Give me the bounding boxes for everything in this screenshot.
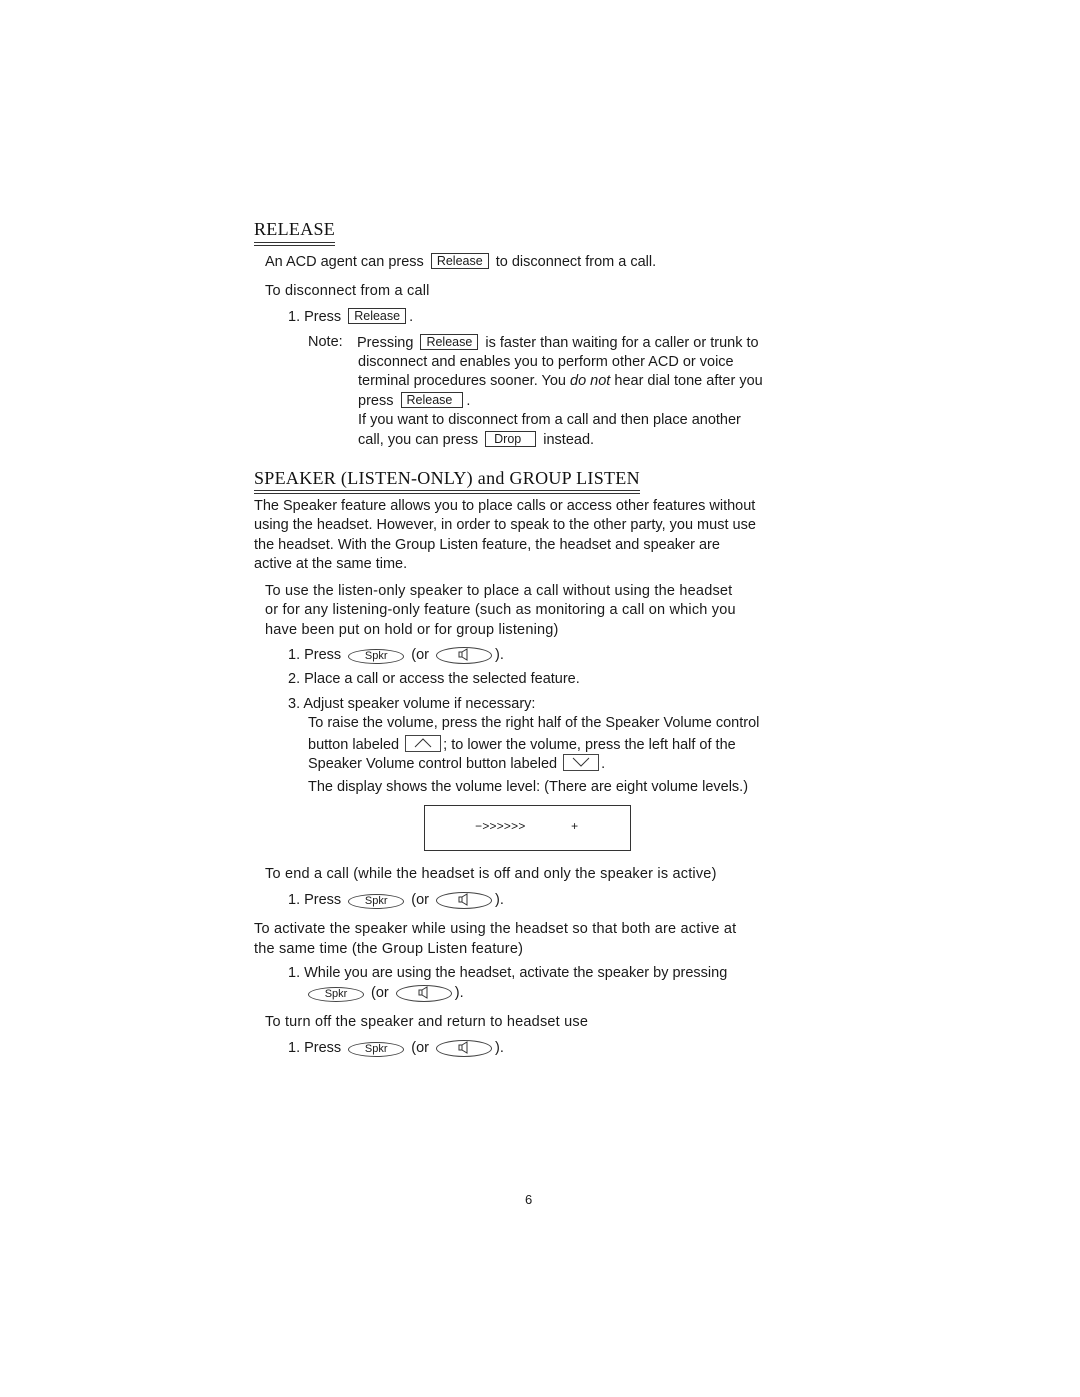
text: (or: [411, 892, 429, 908]
procedure-title: the same time (the Group Listen feature): [254, 941, 524, 957]
emphasis: do not: [570, 373, 611, 389]
end-call-step-1: 1. Press Spkr (or ).: [288, 892, 504, 909]
volume-down-key-icon: [563, 754, 600, 771]
page-number: 6: [525, 1192, 533, 1207]
note-line: terminal procedures sooner. You do not h…: [358, 373, 763, 389]
text: (or: [371, 985, 389, 1001]
step3-line: Speaker Volume control button labeled .: [308, 754, 605, 772]
step3-line: To raise the volume, press the right hal…: [308, 715, 760, 731]
release-heading: RELEASE: [254, 219, 336, 246]
spkr-key-icon: Spkr: [348, 649, 405, 664]
speaker-step-3: 3. Adjust speaker volume if necessary:: [288, 696, 536, 712]
text: call, you can press: [358, 432, 479, 448]
volume-level-indicator: −>>>>>>: [475, 820, 526, 834]
text: press: [358, 393, 394, 409]
speaker-heading: SPEAKER (LISTEN-ONLY) and GROUP LISTEN: [254, 468, 640, 494]
speaker-step-2: 2. Place a call or access the selected f…: [288, 671, 580, 687]
note-label: Note:: [308, 334, 343, 350]
text: hear dial tone after you: [614, 373, 763, 389]
text: .: [601, 756, 606, 772]
group-listen-step-1-keys: Spkr (or ).: [305, 985, 464, 1002]
release-heading-text: RELEASE: [254, 219, 336, 239]
note-line: call, you can press Drop instead.: [358, 431, 594, 448]
text: 1. Press: [288, 647, 342, 663]
text: 1. Press: [288, 1040, 342, 1056]
speaker-heading-text: SPEAKER (LISTEN-ONLY) and GROUP LISTEN: [254, 468, 640, 488]
speaker-para-line: The Speaker feature allows you to place …: [254, 498, 756, 514]
note-line: If you want to disconnect from a call an…: [358, 412, 741, 428]
procedure-title: To turn off the speaker and return to he…: [265, 1014, 589, 1030]
speaker-key-icon: [436, 1040, 493, 1057]
volume-plus-indicator: +: [571, 820, 579, 834]
text: (or: [411, 1040, 429, 1056]
note-line: press Release.: [358, 392, 470, 409]
text: instead.: [543, 432, 595, 448]
volume-display: −>>>>>> +: [424, 805, 631, 851]
spkr-key-icon: Spkr: [348, 1042, 405, 1057]
procedure-title: To use the listen-only speaker to place …: [265, 583, 733, 599]
text: is faster than waiting for a caller or t…: [485, 335, 759, 351]
speaker-step-1: 1. Press Spkr (or ).: [288, 647, 504, 664]
text: Speaker Volume control button labeled: [308, 756, 558, 772]
text: 1. Press: [288, 309, 342, 325]
speaker-key-icon: [436, 647, 493, 664]
heading-underline: [254, 493, 640, 494]
text: (or: [411, 647, 429, 663]
text: to disconnect from a call.: [495, 254, 657, 270]
heading-underline: [254, 242, 336, 243]
turn-off-step-1: 1. Press Spkr (or ).: [288, 1040, 504, 1057]
speaker-para-line: using the headset. However, in order to …: [254, 517, 756, 533]
procedure-title: To disconnect from a call: [265, 283, 430, 299]
text: ).: [454, 985, 464, 1001]
procedure-title: or for any listening-only feature (such …: [265, 602, 736, 618]
release-key-icon: Release: [420, 334, 479, 350]
display-note: The display shows the volume level: (The…: [308, 779, 749, 795]
note-line: disconnect and enables you to perform ot…: [358, 354, 734, 370]
text: button labeled: [308, 737, 400, 753]
speaker-para-line: the headset. With the Group Listen featu…: [254, 537, 720, 553]
release-step-1: 1. Press Release.: [288, 308, 413, 325]
procedure-title: To end a call (while the headset is off …: [265, 866, 717, 882]
text: An ACD agent can press: [265, 254, 424, 270]
text: ).: [495, 1040, 504, 1056]
speaker-key-icon: [395, 985, 452, 1002]
text: ).: [495, 892, 504, 908]
note-line: Pressing Release is faster than waiting …: [357, 334, 759, 351]
release-intro: An ACD agent can press Release to discon…: [265, 253, 656, 270]
procedure-title: have been put on hold or for group liste…: [265, 622, 559, 638]
spkr-key-icon: Spkr: [348, 894, 405, 909]
text: ).: [495, 647, 504, 663]
step3-line: button labeled ; to lower the volume, pr…: [308, 735, 736, 753]
text: ; to lower the volume, press the left ha…: [443, 737, 736, 753]
volume-up-key-icon: [405, 735, 442, 752]
speaker-key-icon: [436, 892, 493, 909]
spkr-key-icon: Spkr: [308, 987, 364, 1002]
drop-key-icon: Drop: [485, 431, 537, 447]
release-key-icon: Release: [348, 308, 407, 324]
text: .: [466, 393, 471, 409]
heading-underline: [254, 490, 640, 491]
text: Pressing: [357, 335, 414, 351]
release-key-icon: Release: [430, 253, 489, 269]
heading-underline: [254, 245, 336, 246]
procedure-title: To activate the speaker while using the …: [254, 921, 737, 937]
text: .: [409, 309, 414, 325]
release-key-icon: Release: [400, 392, 464, 408]
group-listen-step-1: 1. While you are using the headset, acti…: [288, 965, 728, 981]
text: terminal procedures sooner. You: [358, 373, 566, 389]
text: 1. Press: [288, 892, 342, 908]
speaker-para-line: active at the same time.: [254, 556, 408, 572]
